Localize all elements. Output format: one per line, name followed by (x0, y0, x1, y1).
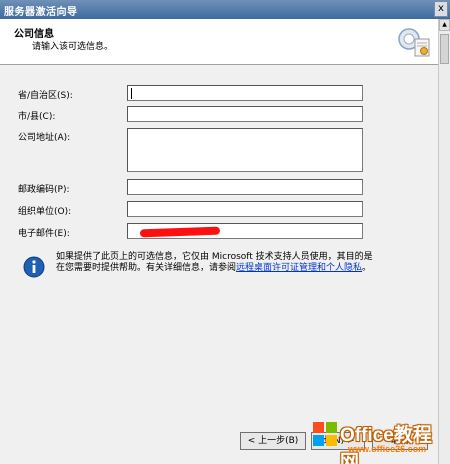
info-text: 如果提供了此页上的可选信息，它仅由 Microsoft 技术支持人员使用，其目的… (56, 252, 373, 273)
page-title: 公司信息 (14, 29, 54, 40)
email-label: 电子邮件(E): (18, 229, 70, 239)
page-subtitle: 请输入该可选信息。 (32, 42, 114, 52)
window-title: 服务器激活向导 (4, 7, 78, 18)
wizard-window: 服务器激活向导 x 公司信息 请输入该可选信息。 ▲ 省/自治区(S): 市/县… (0, 0, 450, 464)
address-label: 公司地址(A): (18, 133, 71, 143)
watermark: Office教程网 www.office26.com (307, 418, 447, 464)
scrollbar[interactable]: ▲ (438, 19, 450, 464)
watermark-text: Office教程网 (340, 425, 432, 464)
address-textarea[interactable] (127, 128, 363, 172)
info-icon (23, 256, 45, 278)
office-logo-icon (313, 422, 337, 446)
certificate-wizard-icon (398, 28, 430, 57)
scroll-up-icon[interactable]: ▲ (439, 19, 450, 31)
state-input[interactable] (127, 85, 363, 101)
close-button[interactable]: x (434, 1, 448, 17)
title-bar[interactable]: 服务器激活向导 x (0, 0, 450, 19)
postal-label: 邮政编码(P): (18, 185, 70, 195)
text-caret (131, 88, 132, 99)
state-label: 省/自治区(S): (18, 91, 73, 101)
org-input[interactable] (127, 201, 363, 217)
city-label: 市/县(C): (18, 112, 56, 122)
org-label: 组织单位(O): (18, 207, 72, 217)
city-input[interactable] (127, 106, 363, 122)
scroll-thumb[interactable] (440, 34, 449, 64)
watermark-url: www.office26.com (348, 444, 427, 454)
privacy-link[interactable]: 远程桌面许可证管理和个人隐私 (236, 263, 362, 273)
postal-input[interactable] (127, 179, 363, 195)
back-button[interactable]: < 上一步(B) (240, 432, 306, 450)
header-banner: 公司信息 请输入该可选信息。 (0, 19, 438, 65)
